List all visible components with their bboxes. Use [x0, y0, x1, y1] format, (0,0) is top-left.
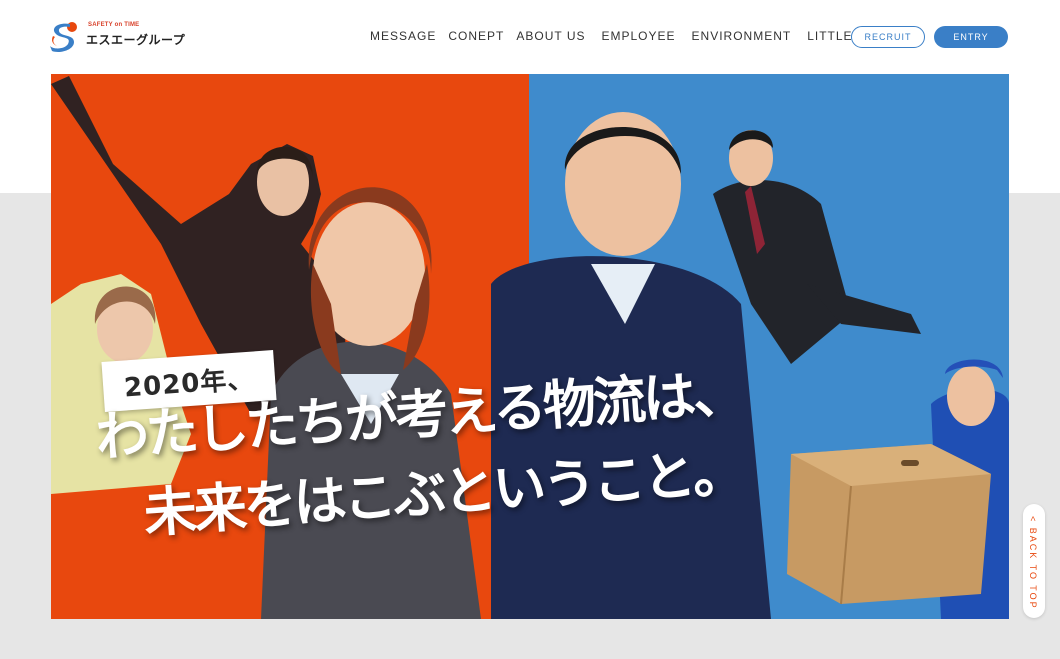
logo-s-icon — [50, 22, 77, 52]
logo[interactable]: SAFETY on TIME エスエーグループ — [48, 18, 185, 54]
logo-name: エスエーグループ — [86, 33, 186, 47]
entry-button[interactable]: ENTRY — [934, 26, 1008, 48]
nav-item-employee[interactable]: EMPLOYEE — [596, 28, 682, 44]
nav-item-message[interactable]: MESSAGE — [364, 28, 442, 44]
hero-visual: 2020年、 わたしたちが考える物流は、 未来をはこぶということ。 — [51, 74, 1009, 619]
back-to-top-label: < BACK TO TOP — [1028, 516, 1038, 610]
main-nav: MESSAGE CONEPT ABOUT US EMPLOYEE ENVIRON… — [362, 28, 916, 44]
nav-item-concept[interactable]: CONEPT — [442, 28, 510, 44]
nav-item-environment[interactable]: ENVIRONMENT — [686, 28, 798, 44]
back-to-top-button[interactable]: < BACK TO TOP — [1023, 504, 1045, 618]
recruit-button[interactable]: RECRUIT — [851, 26, 925, 48]
nav-item-about-us[interactable]: ABOUT US — [510, 28, 591, 44]
logo-tagline: SAFETY on TIME — [88, 22, 140, 28]
site-header: SAFETY on TIME エスエーグループ MESSAGE CONEPT A… — [0, 0, 1060, 72]
